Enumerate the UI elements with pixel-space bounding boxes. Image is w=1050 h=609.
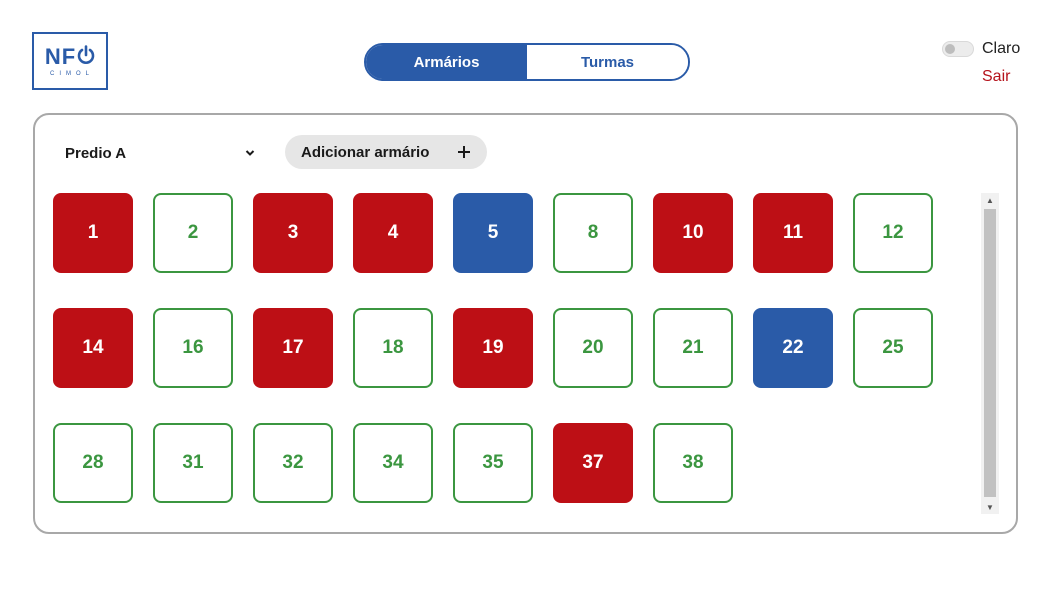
locker-12[interactable]: 12 bbox=[853, 193, 933, 273]
lockers-panel: Predio A Adicionar armário 1 2 3 4 5 8 10 11 12 1… bbox=[33, 113, 1018, 534]
logo-mark: NF bbox=[45, 45, 95, 69]
logo: NF CIMOL bbox=[32, 32, 108, 90]
locker-18[interactable]: 18 bbox=[353, 308, 433, 388]
power-icon bbox=[77, 45, 95, 69]
locker-5[interactable]: 5 bbox=[453, 193, 533, 273]
building-select[interactable]: Predio A bbox=[65, 143, 255, 163]
tab-turmas[interactable]: Turmas bbox=[527, 45, 688, 79]
scroll-up-icon[interactable]: ▲ bbox=[981, 193, 999, 207]
locker-19[interactable]: 19 bbox=[453, 308, 533, 388]
theme-toggle[interactable] bbox=[942, 41, 974, 57]
locker-35[interactable]: 35 bbox=[453, 423, 533, 503]
add-locker-label: Adicionar armário bbox=[301, 143, 430, 161]
locker-2[interactable]: 2 bbox=[153, 193, 233, 273]
logout-link[interactable]: Sair bbox=[982, 68, 1010, 86]
locker-31[interactable]: 31 bbox=[153, 423, 233, 503]
theme-toggle-knob bbox=[945, 44, 955, 54]
locker-17[interactable]: 17 bbox=[253, 308, 333, 388]
chevron-down-icon bbox=[245, 146, 255, 160]
scrollbar-thumb[interactable] bbox=[984, 209, 996, 497]
building-select-value: Predio A bbox=[65, 144, 127, 162]
add-locker-button[interactable]: Adicionar armário bbox=[285, 135, 487, 169]
locker-4[interactable]: 4 bbox=[353, 193, 433, 273]
logo-text: NF bbox=[44, 44, 77, 69]
locker-25[interactable]: 25 bbox=[853, 308, 933, 388]
locker-22[interactable]: 22 bbox=[753, 308, 833, 388]
logo-subtitle: CIMOL bbox=[49, 71, 94, 77]
locker-21[interactable]: 21 bbox=[653, 308, 733, 388]
locker-3[interactable]: 3 bbox=[253, 193, 333, 273]
locker-10[interactable]: 10 bbox=[653, 193, 733, 273]
locker-8[interactable]: 8 bbox=[553, 193, 633, 273]
tab-armarios[interactable]: Armários bbox=[366, 45, 527, 79]
scroll-down-icon[interactable]: ▼ bbox=[981, 500, 999, 514]
scrollbar[interactable]: ▲ ▼ bbox=[981, 193, 999, 514]
locker-14[interactable]: 14 bbox=[53, 308, 133, 388]
locker-11[interactable]: 11 bbox=[753, 193, 833, 273]
locker-grid: 1 2 3 4 5 8 10 11 12 14 16 17 18 19 20 21 22 25 28 31 32 34 35… bbox=[53, 193, 933, 503]
locker-1[interactable]: 1 bbox=[53, 193, 133, 273]
locker-20[interactable]: 20 bbox=[553, 308, 633, 388]
plus-icon bbox=[457, 141, 471, 163]
locker-37[interactable]: 37 bbox=[553, 423, 633, 503]
locker-32[interactable]: 32 bbox=[253, 423, 333, 503]
locker-28[interactable]: 28 bbox=[53, 423, 133, 503]
theme-label: Claro bbox=[982, 40, 1021, 57]
locker-38[interactable]: 38 bbox=[653, 423, 733, 503]
locker-16[interactable]: 16 bbox=[153, 308, 233, 388]
locker-34[interactable]: 34 bbox=[353, 423, 433, 503]
view-switcher: Armários Turmas bbox=[364, 43, 690, 81]
